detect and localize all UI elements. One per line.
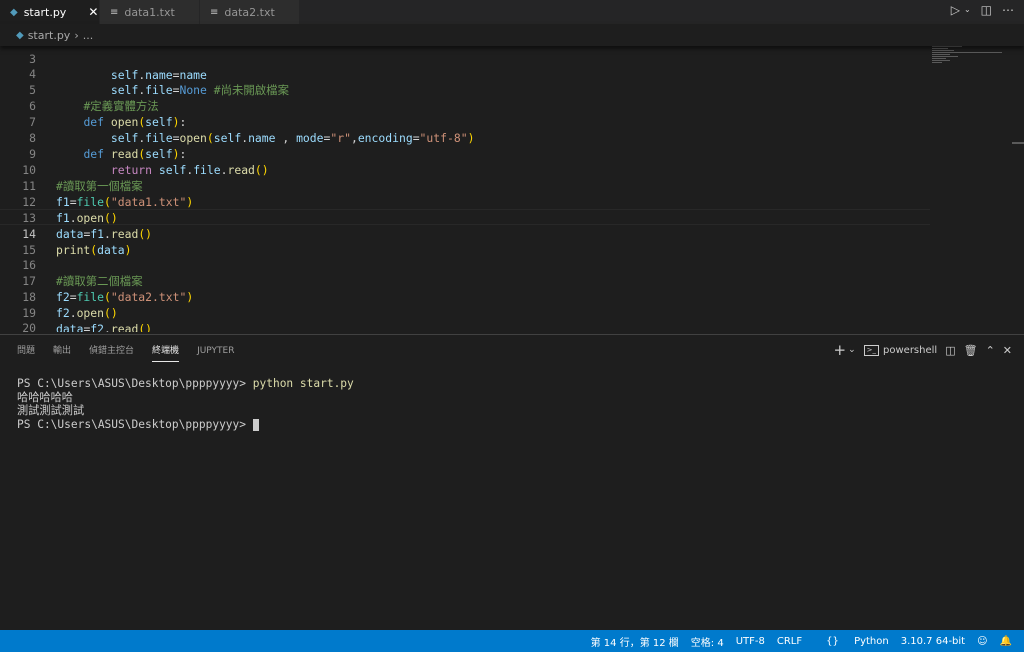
- panel-tabs: 問題 輸出 偵錯主控台 終端機 JUPYTER: [17, 343, 252, 362]
- code-line: 15: [0, 226, 930, 257]
- bell-icon[interactable]: 🔔: [1000, 636, 1012, 647]
- python-file-icon: ◆: [16, 29, 24, 41]
- tab-bar-spacer: [300, 0, 1024, 24]
- code-line: 19 data=f2.read(): [0, 289, 930, 332]
- code-line: 11 f1=file("data1.txt"): [0, 162, 930, 209]
- bottom-panel: 問題 輸出 偵錯主控台 終端機 JUPYTER + ⌄ >_ powershel…: [0, 334, 1024, 631]
- code-line: 17 f2=file("data2.txt"): [0, 257, 930, 304]
- code-line: 13 data=f1.read(): [0, 194, 930, 241]
- split-terminal-icon[interactable]: ◫: [945, 344, 955, 357]
- code-line: 4 self.file=None #尚未開啟檔案: [0, 50, 930, 97]
- minimap[interactable]: [932, 44, 1012, 68]
- tab-label: data2.txt: [224, 5, 275, 19]
- code-line: 5 #定義實體方法: [0, 66, 930, 113]
- breadcrumb: ◆ start.py › ...: [0, 24, 1024, 46]
- scrollbar-thumb[interactable]: [1012, 142, 1024, 144]
- breadcrumb-symbol[interactable]: ...: [83, 29, 94, 42]
- terminal-icon: >_: [863, 344, 880, 356]
- close-icon[interactable]: ✕: [1003, 344, 1012, 357]
- close-icon[interactable]: ✕: [88, 5, 98, 19]
- terminal-prompt: PS C:\Users\ASUS\Desktop\ppppyyyy>: [17, 417, 253, 431]
- tab-output[interactable]: 輸出: [53, 343, 71, 361]
- status-eol[interactable]: CRLF: [777, 636, 802, 647]
- language-label: Python: [854, 635, 889, 647]
- code-editor[interactable]: 3 self.name=name 4 self.file=None #尚未開啟檔…: [0, 36, 1024, 332]
- trash-icon[interactable]: 🗑: [964, 344, 978, 357]
- chevron-up-icon[interactable]: ⌃: [986, 344, 995, 357]
- tab-start-py[interactable]: ◆ start.py ✕: [0, 0, 100, 24]
- code-line: 9 return self.file.read(): [0, 130, 930, 177]
- code-line: 16 #讀取第二個檔案: [0, 241, 930, 288]
- code-line: 8 def read(self):: [0, 114, 930, 161]
- text-file-icon: ≡: [110, 6, 119, 18]
- code-line: 6 def open(self):: [0, 82, 930, 129]
- code-line-current: 14 print(data): [0, 209, 930, 257]
- terminal-output-line: 測試測試測試: [17, 404, 85, 417]
- code-line: 7 self.file=open(self.name , mode="r",en…: [0, 98, 930, 145]
- editor-tab-bar: ◆ start.py ✕ ≡ data1.txt ≡ data2.txt ▷ ⌄…: [0, 0, 1024, 24]
- split-editor-icon[interactable]: ◫: [981, 3, 992, 17]
- more-actions-icon[interactable]: ⋯: [1002, 3, 1014, 17]
- terminal-output[interactable]: PS C:\Users\ASUS\Desktop\ppppyyyy> pytho…: [17, 377, 354, 431]
- terminal-selector[interactable]: >_ powershell: [863, 344, 938, 356]
- status-interpreter[interactable]: 3.10.7 64-bit: [901, 636, 965, 647]
- chevron-down-icon[interactable]: ⌄: [964, 5, 971, 17]
- plus-icon[interactable]: +: [834, 341, 847, 359]
- tab-data1-txt[interactable]: ≡ data1.txt: [100, 0, 200, 24]
- feedback-icon[interactable]: ☺: [977, 636, 987, 647]
- chevron-down-icon[interactable]: ⌄: [848, 345, 856, 355]
- tab-jupyter[interactable]: JUPYTER: [197, 343, 234, 361]
- tab-label: data1.txt: [124, 5, 175, 19]
- status-language[interactable]: {} Python: [814, 636, 889, 647]
- line-number: 20: [22, 321, 36, 332]
- tab-data2-txt[interactable]: ≡ data2.txt: [200, 0, 300, 24]
- run-icon[interactable]: ▷: [951, 3, 960, 17]
- terminal-command: python start.py: [252, 377, 354, 390]
- line-code: data=f2.read(): [56, 322, 153, 332]
- python-file-icon: ◆: [10, 6, 18, 18]
- braces-icon: {}: [826, 635, 839, 647]
- status-cursor-position[interactable]: 第 14 行，第 12 欄: [591, 634, 679, 649]
- tab-label: start.py: [23, 5, 67, 19]
- editor-actions: ▷ ⌄ ◫ ⋯: [951, 3, 1014, 17]
- tab-problems[interactable]: 問題: [17, 343, 35, 361]
- shell-label: powershell: [883, 344, 938, 356]
- status-bar: 第 14 行，第 12 欄 空格: 4 UTF-8 CRLF {} Python…: [0, 630, 1024, 652]
- terminal-output-line: 哈哈哈哈哈: [17, 390, 73, 404]
- code-line: 18 f2.open(): [0, 273, 930, 320]
- status-encoding[interactable]: UTF-8: [736, 636, 765, 647]
- terminal-cursor: [252, 418, 259, 431]
- terminal-prompt: PS C:\Users\ASUS\Desktop\ppppyyyy>: [17, 377, 253, 390]
- status-indentation[interactable]: 空格: 4: [691, 634, 724, 649]
- code-line: 20 print(data): [0, 304, 930, 332]
- text-file-icon: ≡: [210, 6, 219, 18]
- chevron-right-icon: ›: [74, 28, 79, 42]
- code-line: 12 f1.open(): [0, 178, 930, 225]
- breadcrumb-file[interactable]: start.py: [28, 29, 71, 42]
- tab-debug-console[interactable]: 偵錯主控台: [89, 343, 134, 361]
- tab-terminal[interactable]: 終端機: [152, 343, 180, 362]
- code-line: 10 #讀取第一個檔案: [0, 146, 930, 193]
- panel-actions: + ⌄ >_ powershell ◫ 🗑 ⌃ ✕: [834, 341, 1012, 359]
